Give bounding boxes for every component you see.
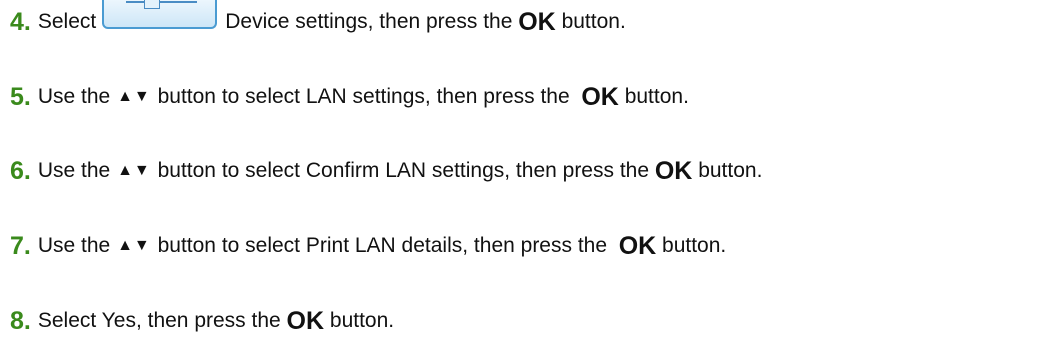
step-8: 8. Select Yes, then press the OK button. [10, 303, 394, 339]
step-text: button. [561, 10, 626, 33]
step-text: Select Yes, then press the [37, 309, 281, 332]
step-7: 7. Use the ▲▼ button to select Print LAN… [10, 228, 726, 264]
ok-button-label: OK [618, 231, 657, 260]
step-number: 5. [10, 82, 31, 111]
step-text: Select [37, 10, 97, 33]
step-number: 6. [10, 156, 31, 185]
device-settings-icon [102, 0, 218, 29]
step-text: button to select Print LAN details, then… [157, 234, 608, 257]
step-text: button to select Confirm LAN settings, t… [157, 159, 650, 182]
ok-button-label: OK [518, 7, 556, 36]
ok-button-label: OK [581, 82, 619, 111]
up-down-arrow-icon: ▲▼ [117, 237, 151, 254]
slider-knob [144, 0, 161, 9]
step-6: 6. Use the ▲▼ button to select Confirm L… [10, 153, 762, 189]
step-text: Use the [37, 159, 111, 182]
step-text: Use the [37, 234, 111, 257]
step-number: 7. [10, 231, 31, 260]
step-text: button. [662, 234, 727, 257]
step-number: 8. [10, 306, 31, 335]
up-down-arrow-icon: ▲▼ [117, 88, 151, 105]
step-number: 4. [10, 7, 31, 36]
step-5: 5. Use the ▲▼ button to select LAN setti… [10, 79, 689, 115]
step-4: 4. Select Device settings, then press th… [10, 0, 626, 40]
step-text: Device settings, then press the [225, 10, 513, 33]
ok-button-label: OK [286, 306, 325, 335]
ok-button-label: OK [654, 156, 693, 185]
step-text: button. [698, 159, 763, 182]
slider-rail [126, 1, 198, 3]
up-down-arrow-icon: ▲▼ [117, 162, 151, 179]
step-text: button to select LAN settings, then pres… [157, 85, 570, 108]
step-text: button. [624, 85, 689, 108]
step-text: button. [329, 309, 395, 332]
step-text: Use the [37, 85, 111, 108]
